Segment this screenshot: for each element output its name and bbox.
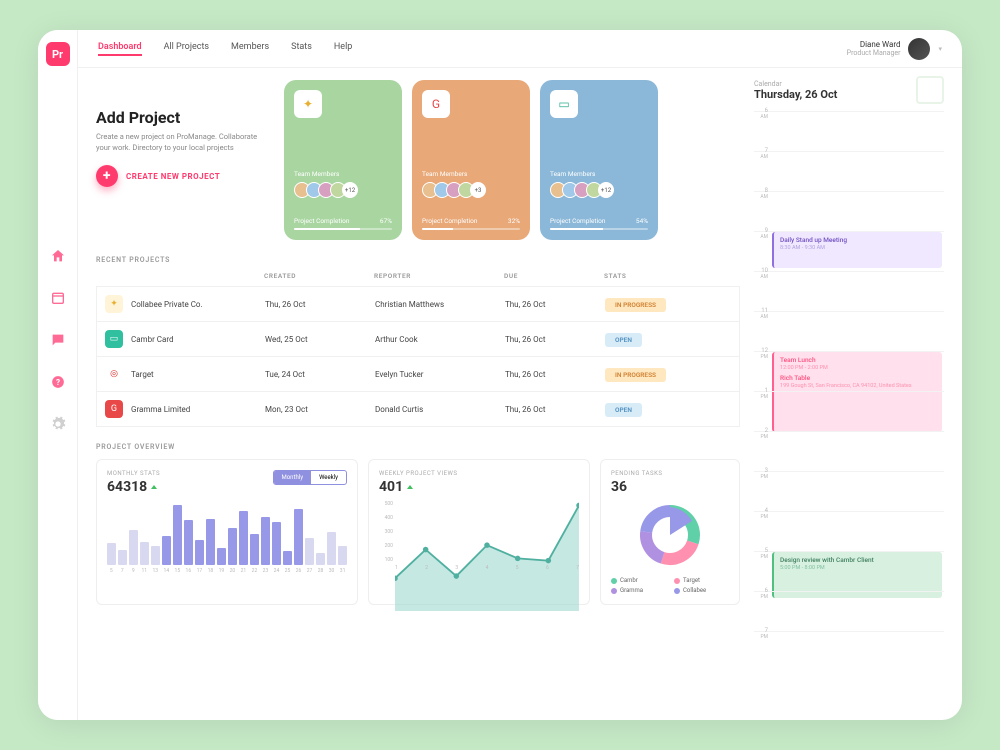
svg-text:?: ?	[55, 377, 59, 387]
chat-icon[interactable]	[48, 330, 68, 350]
home-icon[interactable]	[48, 246, 68, 266]
user-menu[interactable]: Diane Ward Product Manager ▾	[847, 38, 942, 60]
user-name: Diane Ward	[847, 40, 901, 49]
table-row[interactable]: ✦Collabee Private Co.Thu, 26 OctChristia…	[96, 286, 740, 321]
nav-all-projects[interactable]: All Projects	[164, 42, 209, 56]
calendar-icon[interactable]	[916, 76, 944, 104]
table-row[interactable]: ◎TargetTue, 24 OctEvelyn TuckerThu, 26 O…	[96, 356, 740, 391]
stats-toggle[interactable]: Monthly Weekly	[273, 470, 347, 485]
settings-icon[interactable]	[48, 414, 68, 434]
nav-help[interactable]: Help	[334, 42, 352, 56]
nav-stats[interactable]: Stats	[291, 42, 312, 56]
trend-up-icon	[151, 485, 157, 489]
calendar-panel: Calendar Thursday, 26 Oct 6AM7AM8AM9AMDa…	[754, 80, 944, 708]
project-card[interactable]: GTeam Members+3Project Completion32%	[412, 80, 530, 240]
table-row[interactable]: GGramma LimitedMon, 23 OctDonald CurtisT…	[96, 391, 740, 427]
weekly-views-card: WEEKLY PROJECT VIEWS 401 500400300200100…	[368, 459, 590, 605]
trend-up-icon	[407, 485, 413, 489]
plus-icon: +	[96, 165, 118, 187]
help-icon[interactable]: ?	[48, 372, 68, 392]
projects-table: CREATED REPORTER DUE STATS ✦Collabee Pri…	[96, 272, 740, 427]
pending-tasks-card: PENDING TASKS 36 CambrTargetGrammaCollab…	[600, 459, 740, 605]
hero-title: Add Project	[96, 108, 266, 127]
app-logo[interactable]: Pr	[46, 42, 70, 66]
topbar: Dashboard All Projects Members Stats Help Di…	[78, 30, 962, 68]
monthly-stats-card: MONTHLY STATS 64318 Monthly Weekly 57911…	[96, 459, 358, 605]
avatar[interactable]	[908, 38, 930, 60]
projects-icon[interactable]	[48, 288, 68, 308]
recent-projects-label: RECENT PROJECTS	[96, 256, 740, 264]
table-row[interactable]: ▭Cambr CardWed, 25 OctArthur CookThu, 26…	[96, 321, 740, 356]
sidebar: Pr ?	[38, 30, 78, 720]
create-project-label: CREATE NEW PROJECT	[126, 172, 220, 181]
create-project-button[interactable]: + CREATE NEW PROJECT	[96, 165, 266, 187]
hero-subtitle: Create a new project on ProManage. Colla…	[96, 132, 266, 153]
user-role: Product Manager	[847, 49, 901, 57]
top-nav: Dashboard All Projects Members Stats Help	[98, 42, 352, 56]
overview-label: PROJECT OVERVIEW	[96, 443, 740, 451]
nav-dashboard[interactable]: Dashboard	[98, 42, 142, 56]
calendar-event[interactable]: Daily Stand up Meeting8:30 AM - 9:30 AM	[772, 232, 942, 268]
project-card[interactable]: ▭Team Members+12Project Completion54%	[540, 80, 658, 240]
nav-members[interactable]: Members	[231, 42, 269, 56]
project-card[interactable]: ✦Team Members+12Project Completion67%	[284, 80, 402, 240]
chevron-down-icon: ▾	[938, 45, 942, 53]
